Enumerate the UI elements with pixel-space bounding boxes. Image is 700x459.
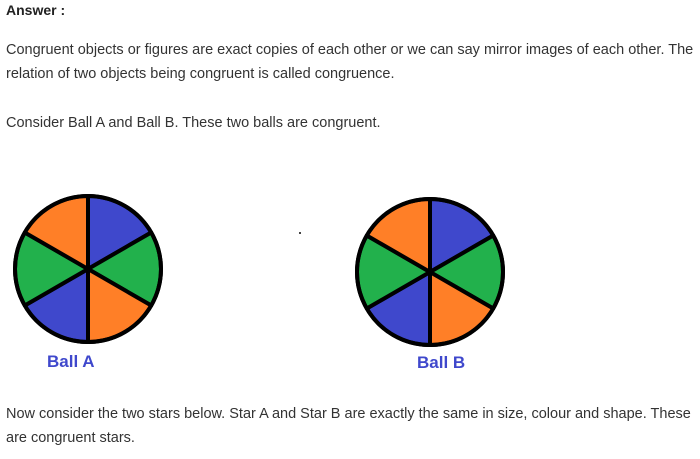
- ball-b-image: [355, 197, 505, 347]
- stray-dot: [299, 232, 301, 234]
- ball-b-label: Ball B: [417, 353, 466, 372]
- ball-a-image: [13, 194, 163, 344]
- paragraph-consider-stars: Now consider the two stars below. Star A…: [6, 406, 691, 446]
- paragraph-consider-balls: Consider Ball A and Ball B. These two ba…: [6, 115, 381, 131]
- ball-a-label: Ball A: [47, 352, 95, 371]
- answer-heading: Answer :: [6, 2, 66, 18]
- paragraph-congruence-definition: Congruent objects or figures are exact c…: [6, 42, 694, 82]
